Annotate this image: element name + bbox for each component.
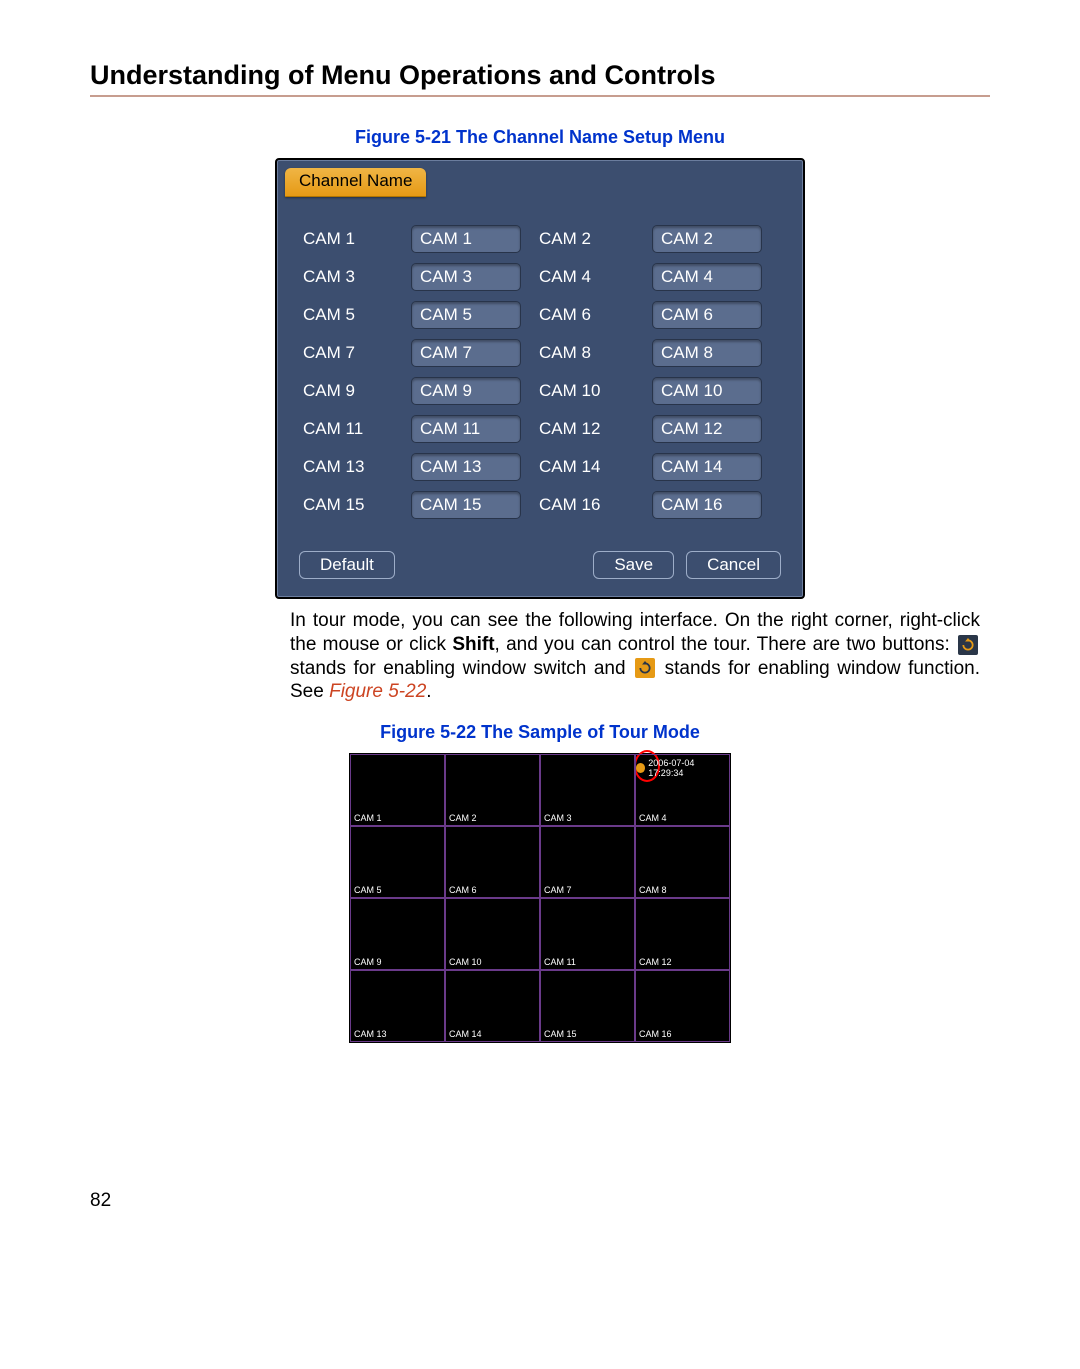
channel-label: CAM 4 — [539, 267, 634, 287]
channel-label: CAM 8 — [539, 343, 634, 363]
channel-label: CAM 6 — [539, 305, 634, 325]
channel-input[interactable]: CAM 5 — [411, 301, 521, 329]
channel-label: CAM 9 — [303, 381, 393, 401]
channel-input[interactable]: CAM 9 — [411, 377, 521, 405]
channel-label: CAM 14 — [539, 457, 634, 477]
panel-button-row: Default Save Cancel — [285, 535, 795, 579]
para-text: stands for enabling window switch and — [290, 658, 633, 679]
default-button[interactable]: Default — [299, 551, 395, 579]
tour-cell-label: CAM 5 — [354, 885, 382, 895]
tour-cell: CAM 10 — [445, 898, 540, 970]
timestamp-text: 2006-07-04 17:29:34 — [648, 758, 726, 778]
tour-timestamp: 2006-07-04 17:29:34 — [636, 758, 726, 778]
panel-tab[interactable]: Channel Name — [285, 168, 426, 197]
figure-5-22-caption: Figure 5-22 The Sample of Tour Mode — [90, 722, 990, 743]
tour-cell-label: CAM 15 — [544, 1029, 577, 1039]
tour-cell-label: CAM 13 — [354, 1029, 387, 1039]
tour-cell: CAM 6 — [445, 826, 540, 898]
tour-cell: CAM 14 — [445, 970, 540, 1042]
tour-cell-label: CAM 10 — [449, 957, 482, 967]
tour-cell: CAM 11 — [540, 898, 635, 970]
tour-cell: CAM 9 — [350, 898, 445, 970]
section-heading: Understanding of Menu Operations and Con… — [90, 60, 990, 97]
para-text: . — [426, 681, 431, 702]
channel-input[interactable]: CAM 7 — [411, 339, 521, 367]
tour-cell-label: CAM 14 — [449, 1029, 482, 1039]
tour-cell: CAM 8 — [635, 826, 730, 898]
tour-cell-label: CAM 4 — [639, 813, 667, 823]
channel-label: CAM 12 — [539, 419, 634, 439]
channel-label: CAM 2 — [539, 229, 634, 249]
window-function-icon — [635, 658, 655, 678]
tour-cell-label: CAM 12 — [639, 957, 672, 967]
channel-label: CAM 3 — [303, 267, 393, 287]
cancel-button[interactable]: Cancel — [686, 551, 781, 579]
tour-cell: CAM 3 — [540, 754, 635, 826]
panel-grid: CAM 1 CAM 1 CAM 2 CAM 2 CAM 3 CAM 3 CAM … — [285, 197, 795, 535]
channel-label: CAM 10 — [539, 381, 634, 401]
figure-5-21-caption: Figure 5-21 The Channel Name Setup Menu — [90, 127, 990, 148]
channel-input[interactable]: CAM 8 — [652, 339, 762, 367]
tour-cell-label: CAM 7 — [544, 885, 572, 895]
tour-cell-label: CAM 2 — [449, 813, 477, 823]
channel-input[interactable]: CAM 15 — [411, 491, 521, 519]
figure-reference: Figure 5-22 — [329, 681, 426, 702]
tour-cell: CAM 5 — [350, 826, 445, 898]
tour-cell-label: CAM 3 — [544, 813, 572, 823]
tour-cell: CAM 16 — [635, 970, 730, 1042]
page-number: 82 — [90, 1190, 111, 1212]
channel-label: CAM 15 — [303, 495, 393, 515]
channel-input[interactable]: CAM 11 — [411, 415, 521, 443]
tour-mode-figure: CAM 1 CAM 2 CAM 3 2006-07-04 17:29:34 CA… — [349, 753, 731, 1043]
tour-cell-label: CAM 11 — [544, 957, 576, 967]
tour-cell-label: CAM 16 — [639, 1029, 672, 1039]
channel-label: CAM 13 — [303, 457, 393, 477]
tour-cell: CAM 15 — [540, 970, 635, 1042]
window-switch-icon — [958, 635, 978, 655]
channel-label: CAM 5 — [303, 305, 393, 325]
channel-input[interactable]: CAM 12 — [652, 415, 762, 443]
channel-input[interactable]: CAM 10 — [652, 377, 762, 405]
tour-cell: CAM 13 — [350, 970, 445, 1042]
channel-label: CAM 7 — [303, 343, 393, 363]
tour-cell-label: CAM 1 — [354, 813, 382, 823]
tour-cell: CAM 7 — [540, 826, 635, 898]
tour-mode-paragraph: In tour mode, you can see the following … — [290, 609, 980, 704]
channel-input[interactable]: CAM 3 — [411, 263, 521, 291]
tour-cell: 2006-07-04 17:29:34 CAM 4 — [635, 754, 730, 826]
tour-cell: CAM 12 — [635, 898, 730, 970]
tour-indicator-icon — [636, 763, 645, 773]
tour-cell-label: CAM 6 — [449, 885, 477, 895]
channel-label: CAM 11 — [303, 419, 393, 439]
tour-cell: CAM 1 — [350, 754, 445, 826]
channel-label: CAM 16 — [539, 495, 634, 515]
channel-input[interactable]: CAM 1 — [411, 225, 521, 253]
channel-label: CAM 1 — [303, 229, 393, 249]
channel-input[interactable]: CAM 2 — [652, 225, 762, 253]
channel-input[interactable]: CAM 14 — [652, 453, 762, 481]
channel-input[interactable]: CAM 4 — [652, 263, 762, 291]
save-button[interactable]: Save — [593, 551, 674, 579]
shift-word: Shift — [452, 634, 494, 655]
tour-cell: CAM 2 — [445, 754, 540, 826]
channel-input[interactable]: CAM 13 — [411, 453, 521, 481]
tour-cell-label: CAM 9 — [354, 957, 382, 967]
channel-input[interactable]: CAM 6 — [652, 301, 762, 329]
channel-name-panel: Channel Name CAM 1 CAM 1 CAM 2 CAM 2 CAM… — [275, 158, 805, 599]
tour-cell-label: CAM 8 — [639, 885, 667, 895]
para-text: , and you can control the tour. There ar… — [495, 634, 956, 655]
channel-input[interactable]: CAM 16 — [652, 491, 762, 519]
